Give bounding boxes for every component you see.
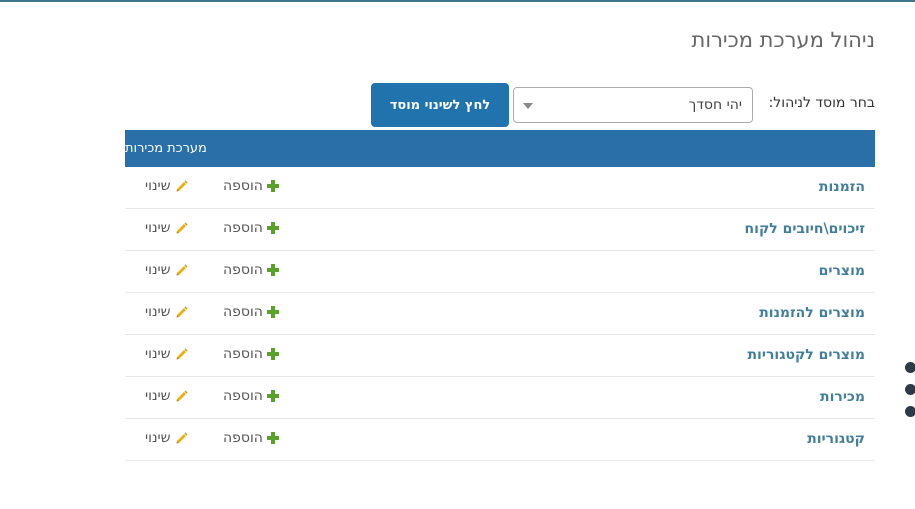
model-link[interactable]: מוצרים: [819, 263, 865, 279]
add-link[interactable]: הוספה: [223, 430, 279, 446]
add-label: הוספה: [223, 178, 263, 194]
model-link[interactable]: הזמנות: [819, 179, 865, 195]
plus-icon: [266, 432, 279, 444]
pencil-icon: [176, 264, 188, 276]
org-select-value: יהי חסדך: [688, 97, 742, 113]
add-link[interactable]: הוספה: [223, 388, 279, 404]
pencil-icon: [176, 348, 188, 360]
change-label: שינוי: [145, 220, 171, 236]
pencil-icon: [176, 432, 188, 444]
add-label: הוספה: [223, 388, 263, 404]
change-link[interactable]: שינוי: [145, 220, 189, 236]
add-label: הוספה: [223, 262, 263, 278]
module-header: מערכת מכירות: [125, 130, 875, 167]
add-link[interactable]: הוספה: [223, 178, 279, 194]
pencil-icon: [176, 180, 188, 192]
dot: [905, 362, 915, 373]
plus-icon: [266, 180, 279, 192]
add-link[interactable]: הוספה: [223, 304, 279, 320]
add-label: הוספה: [223, 346, 263, 362]
chevron-down-icon: [523, 103, 533, 109]
model-link[interactable]: זיכוים\חיובים לקוח: [745, 221, 865, 237]
add-link[interactable]: הוספה: [223, 346, 279, 362]
pencil-icon: [176, 306, 188, 318]
pencil-icon: [176, 390, 188, 402]
change-link[interactable]: שינוי: [145, 262, 189, 278]
add-label: הוספה: [223, 304, 263, 320]
dot: [905, 406, 915, 417]
plus-icon: [266, 222, 279, 234]
change-label: שינוי: [145, 346, 171, 362]
model-link[interactable]: מוצרים לקטגוריות: [747, 347, 865, 363]
change-label: שינוי: [145, 262, 171, 278]
table-row: מוצרים להזמנות הוספה שינוי: [125, 293, 875, 335]
change-label: שינוי: [145, 388, 171, 404]
pencil-icon: [176, 222, 188, 234]
change-link[interactable]: שינוי: [145, 388, 189, 404]
change-label: שינוי: [145, 178, 171, 194]
table-row: הזמנות הוספה שינוי: [125, 167, 875, 209]
page-title: ניהול מערכת מכירות: [691, 28, 875, 52]
change-link[interactable]: שינוי: [145, 304, 189, 320]
table-row: מוצרים הוספה שינוי: [125, 251, 875, 293]
table-row: מכירות הוספה שינוי: [125, 377, 875, 419]
org-select-label: בחר מוסד לניהול:: [768, 95, 875, 111]
model-link[interactable]: מוצרים להזמנות: [759, 305, 865, 321]
table-row: קטגוריות הוספה שינוי: [125, 419, 875, 461]
change-link[interactable]: שינוי: [145, 430, 189, 446]
org-select[interactable]: יהי חסדך: [513, 87, 753, 123]
plus-icon: [266, 348, 279, 360]
dot: [905, 384, 915, 395]
change-label: שינוי: [145, 430, 171, 446]
change-label: שינוי: [145, 304, 171, 320]
more-dots-icon[interactable]: [905, 362, 915, 428]
plus-icon: [266, 264, 279, 276]
change-link[interactable]: שינוי: [145, 346, 189, 362]
model-link[interactable]: קטגוריות: [807, 431, 865, 447]
sales-module: מערכת מכירות הזמנות הוספה שינוי זיכוים\ח…: [125, 130, 875, 461]
model-link[interactable]: מכירות: [820, 389, 865, 405]
add-label: הוספה: [223, 430, 263, 446]
plus-icon: [266, 390, 279, 402]
top-border: [0, 0, 915, 2]
change-link[interactable]: שינוי: [145, 178, 189, 194]
table-row: זיכוים\חיובים לקוח הוספה שינוי: [125, 209, 875, 251]
change-org-button[interactable]: לחץ לשינוי מוסד: [371, 83, 509, 127]
table-row: מוצרים לקטגוריות הוספה שינוי: [125, 335, 875, 377]
plus-icon: [266, 306, 279, 318]
add-label: הוספה: [223, 220, 263, 236]
add-link[interactable]: הוספה: [223, 220, 279, 236]
add-link[interactable]: הוספה: [223, 262, 279, 278]
